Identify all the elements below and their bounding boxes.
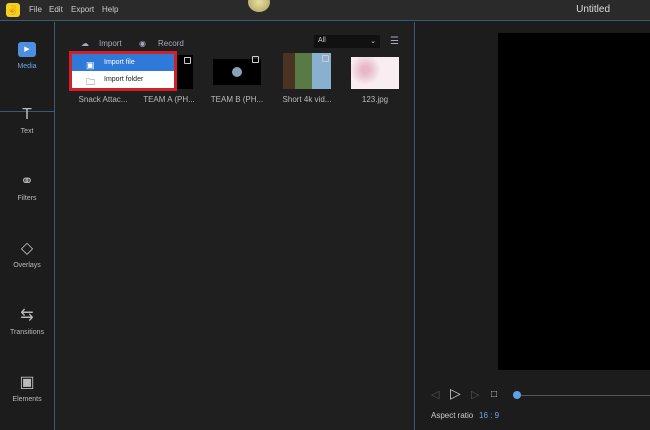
overlays-icon: ◇ [20,240,34,257]
sidebar-item-transitions[interactable]: ⇆ Transitions [0,307,54,336]
sidebar-label: Media [17,63,37,70]
play-icon[interactable]: ▷ [450,385,461,402]
video-badge-icon [184,57,191,64]
menu-export[interactable]: Export [71,5,94,14]
stop-icon[interactable]: □ [491,389,497,400]
menu-file[interactable]: File [29,5,42,14]
sidebar-label: Text [20,128,34,135]
media-thumb[interactable] [283,53,331,89]
aspect-ratio-value[interactable]: 16 : 9 [479,411,499,420]
import-dropdown: ▣ Import file 🗀 Import folder [69,51,177,91]
transitions-icon: ⇆ [20,307,34,324]
media-icon: ▶ [18,42,36,57]
record-button[interactable]: Record [158,39,184,48]
sidebar-item-text[interactable]: T Text [0,106,54,135]
sidebar-label: Overlays [13,262,41,269]
video-badge-icon [322,55,329,62]
prev-frame-icon[interactable]: ◁ [431,388,439,401]
aspect-ratio-label: Aspect ratio [431,411,474,420]
sidebar-item-media[interactable]: ▶ Media [0,42,54,70]
sidebar-label: Elements [12,396,42,403]
media-label: TEAM B (PH... [210,95,264,104]
media-label: Short 4k vid... [282,95,332,104]
video-preview [498,33,650,370]
logo-icon [232,67,242,77]
filters-icon: ⚭ [20,173,34,190]
slider-handle[interactable] [513,391,521,399]
preview-panel: ◁ ▷ ▷ □ Aspect ratio 16 : 9 [418,22,650,430]
window-title: Untitled [576,4,610,15]
sidebar: ▶ Media T Text ⚭ Filters ◇ Overlays ⇆ Tr… [0,22,54,430]
import-file-item[interactable]: ▣ Import file [72,54,174,71]
folder-icon: 🗀 [86,77,96,87]
record-icon[interactable]: ◉ [139,39,146,48]
import-button[interactable]: Import [99,39,122,48]
media-label: Snack Attac... [78,95,128,104]
import-icon[interactable]: ☁ [81,39,89,48]
media-label: TEAM A (PH... [143,95,195,104]
next-frame-icon[interactable]: ▷ [471,388,479,401]
sidebar-label: Filters [17,195,37,202]
filter-value: All [318,37,326,44]
media-label: 123.jpg [361,95,389,104]
import-folder-item[interactable]: 🗀 Import folder [72,71,174,88]
app-logo-icon: ✌ [6,3,20,17]
text-icon: T [22,106,32,123]
sidebar-item-overlays[interactable]: ◇ Overlays [0,240,54,269]
list-view-icon[interactable]: ☰ [390,36,399,47]
media-thumb[interactable] [351,57,399,89]
sidebar-item-elements[interactable]: ▣ Elements [0,374,54,403]
menu-label: Import file [104,59,135,66]
media-thumb[interactable] [213,56,261,85]
video-badge-icon [252,56,259,63]
sidebar-item-filters[interactable]: ⚭ Filters [0,173,54,202]
chevron-down-icon: ⌄ [370,38,376,45]
menu-edit[interactable]: Edit [49,5,63,14]
menu-help[interactable]: Help [102,5,118,14]
menu-label: Import folder [104,76,144,83]
title-bar: ✌ File Edit Export Help Untitled [0,0,650,21]
elements-icon: ▣ [19,374,35,391]
timeline-slider[interactable] [514,395,650,396]
filter-select[interactable]: All ⌄ [314,35,380,48]
cursor-highlight [248,0,270,12]
sidebar-label: Transitions [10,329,44,336]
